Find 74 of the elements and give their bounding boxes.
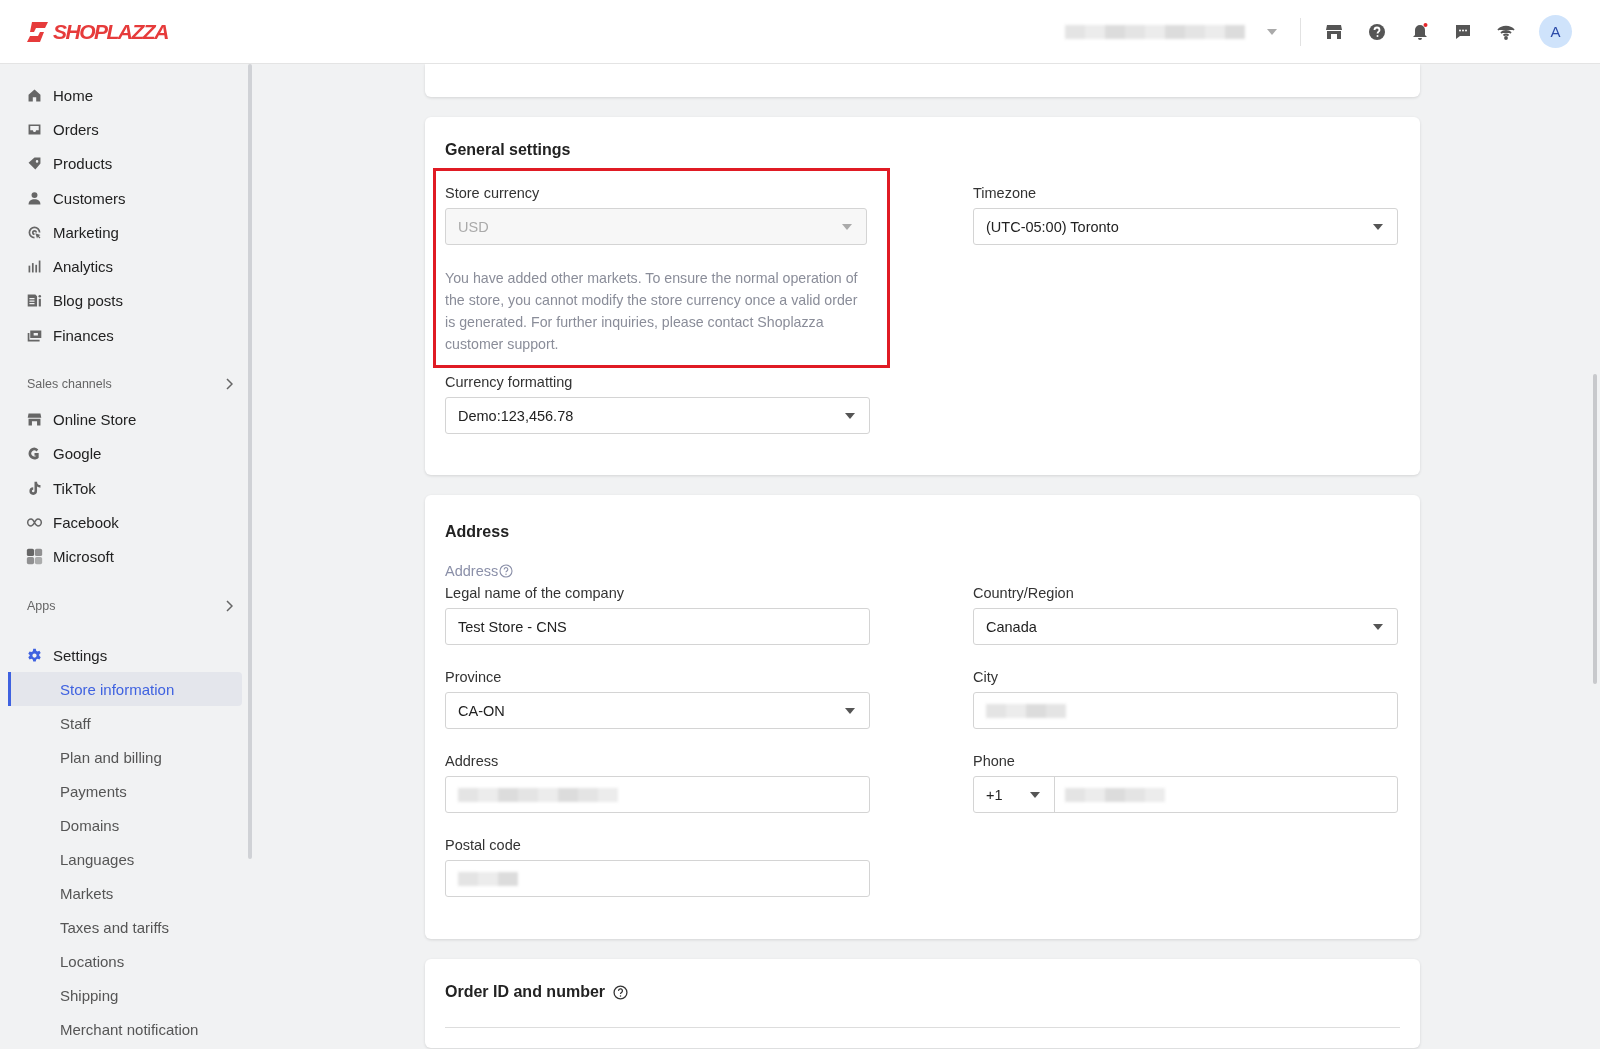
nav-item[interactable]: Google <box>8 436 228 471</box>
select-field[interactable]: Demo:123,456.78 <box>445 397 870 434</box>
subnav-item[interactable]: Merchant notification <box>8 1012 242 1047</box>
field-label: Store currency <box>445 185 541 201</box>
avatar[interactable]: A <box>1539 15 1572 48</box>
select-field[interactable]: CA-ON <box>445 692 870 729</box>
nav-item[interactable]: Finances <box>8 318 228 353</box>
chevron-right-icon[interactable] <box>225 599 233 612</box>
nav-item[interactable]: TikTok <box>8 470 228 506</box>
logo[interactable]: SHOPLAZZA <box>26 19 168 44</box>
nav-item[interactable]: Online Store <box>8 402 228 437</box>
section-title: General settings <box>445 141 572 159</box>
nav-item[interactable]: Facebook <box>8 505 228 540</box>
help-text: You have added other markets. To ensure the normal operation of the store, you cannot modify the store currency once a valid order is generated. For further inquiries, please contact Shoplazza customer support. <box>445 269 859 354</box>
country-code-select[interactable]: +1 <box>974 777 1055 812</box>
subnav-item[interactable]: Payments <box>8 774 242 809</box>
nav-item[interactable]: Analytics <box>8 249 228 284</box>
nav-item[interactable]: Marketing <box>8 215 228 250</box>
nav-item[interactable]: Settings <box>8 637 228 673</box>
input-field[interactable] <box>973 692 1398 729</box>
section-title: Order ID and number <box>445 983 606 1001</box>
input-field[interactable] <box>445 776 870 813</box>
field-hint: Address <box>445 563 499 579</box>
store-icon <box>26 411 43 428</box>
subnav-item[interactable]: Store information <box>8 672 242 707</box>
caret-icon <box>1373 223 1383 230</box>
subnav-item[interactable]: Shipping <box>8 978 242 1013</box>
nav-item[interactable]: Microsoft <box>8 539 228 574</box>
caret-icon <box>842 223 852 230</box>
field-label: Legal name of the company <box>445 585 625 601</box>
field-label: Phone <box>973 753 1016 769</box>
field-label: Currency formatting <box>445 374 574 390</box>
field-label: Province <box>445 669 503 685</box>
caret-icon <box>845 707 855 714</box>
caret-icon <box>845 412 855 419</box>
help-icon[interactable] <box>613 984 629 1000</box>
subnav-item[interactable]: Taxes and tariffs <box>8 910 242 945</box>
phone-field[interactable]: +1 <box>973 776 1398 813</box>
nav-item[interactable]: Home <box>8 78 228 113</box>
field-label: Postal code <box>445 837 522 853</box>
section-title: Address <box>445 523 511 541</box>
subnav-item[interactable]: Staff <box>8 706 242 741</box>
nav-item[interactable]: Products <box>8 146 228 181</box>
section-title: Sales channels <box>27 377 112 392</box>
nav-item[interactable]: Customers <box>8 180 228 216</box>
settings-icon <box>26 646 43 664</box>
select-field[interactable]: (UTC-05:00) Toronto <box>973 208 1398 245</box>
input-field[interactable]: Test Store - CNS <box>445 608 870 645</box>
field-label: City <box>973 669 999 685</box>
select-field[interactable]: Canada <box>973 608 1398 645</box>
nav-item[interactable]: Orders <box>8 112 228 147</box>
field-label: Country/Region <box>973 585 1075 601</box>
input-field[interactable] <box>445 860 870 897</box>
blurred-text <box>458 871 518 886</box>
help-icon[interactable] <box>1367 21 1387 42</box>
caret-icon <box>1373 623 1383 630</box>
scrollbar[interactable] <box>1593 374 1597 684</box>
music-note-icon <box>26 479 43 497</box>
subnav-item[interactable]: Markets <box>8 876 242 911</box>
subnav-item[interactable]: Languages <box>8 842 242 877</box>
section-title: Apps <box>27 598 56 613</box>
nav-item[interactable]: Blog posts <box>8 283 228 319</box>
field-label: Address <box>445 753 500 769</box>
subnav-item[interactable]: Locations <box>8 944 242 979</box>
person-icon <box>26 189 43 207</box>
scrollbar[interactable] <box>248 64 252 859</box>
field-label: Timezone <box>973 185 1038 201</box>
chevron-right-icon[interactable] <box>225 378 233 391</box>
grid-icon <box>26 548 43 566</box>
caret-icon <box>1030 791 1040 798</box>
subnav-item[interactable]: Plan and billing <box>8 740 242 775</box>
logo-mark-icon <box>26 19 50 44</box>
subnav-item[interactable]: Domains <box>8 808 242 843</box>
caret-icon <box>1267 28 1277 35</box>
